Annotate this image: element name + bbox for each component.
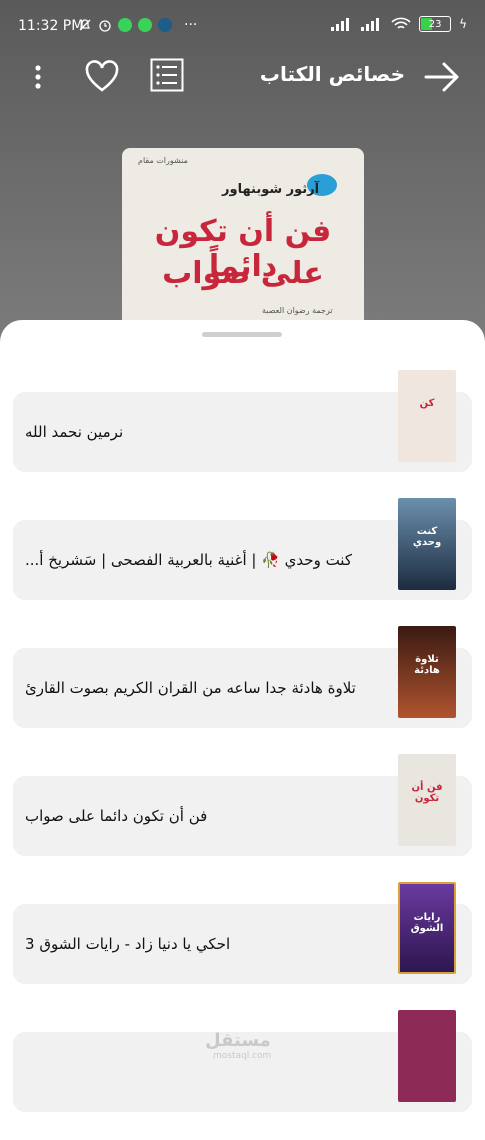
list-item[interactable]: كنت وحدي 🥀 | أغنية بالعربية الفصحى | سَش… xyxy=(0,498,485,628)
book-cover: منشورات مقام آرثور شوبنهاور فن أن تكون د… xyxy=(122,148,364,348)
status-right: 23 ϟ xyxy=(331,16,467,32)
book-thumbnail[interactable] xyxy=(398,1010,456,1102)
thumbnail-title: كن xyxy=(419,398,435,409)
bottom-sheet: نرمين نحمد الله كن كنت وحدي 🥀 | أغنية با… xyxy=(0,320,485,1112)
list-item-label: نرمين نحمد الله xyxy=(25,423,124,441)
book-thumbnail[interactable]: تلاوة هادئة xyxy=(398,626,456,718)
thumbnail-title: كنت وحدي xyxy=(412,526,442,548)
watermark-sub: mostaql.com xyxy=(213,1051,272,1061)
alarm-icon xyxy=(99,20,111,32)
more-options-icon[interactable] xyxy=(28,58,48,96)
cover-translator: ترجمة رضوان العصبة xyxy=(262,306,333,315)
bell-off-icon xyxy=(79,19,91,31)
status-bar: 11:32 PM ··· 23 ϟ xyxy=(0,0,485,52)
book-thumbnail[interactable]: فن أن تكون xyxy=(398,754,456,846)
book-thumbnail[interactable]: كنت وحدي xyxy=(398,498,456,590)
thumbnail-title: تلاوة هادئة xyxy=(414,654,440,676)
whatsapp-icon xyxy=(118,18,132,32)
page-title: خصائص الكتاب xyxy=(259,62,405,86)
app-bar: خصائص الكتاب xyxy=(0,52,485,102)
list-item-label xyxy=(25,1032,374,1112)
whatsapp-business-icon xyxy=(138,18,152,32)
more-notifications-icon: ··· xyxy=(184,17,198,33)
watermark: مستقل mostaql.com xyxy=(205,1030,271,1061)
wifi-icon xyxy=(391,17,411,29)
notification-icons: ··· xyxy=(78,17,197,33)
book-thumbnail[interactable]: رايات الشوق xyxy=(398,882,456,974)
book-thumbnail[interactable]: كن xyxy=(398,370,456,462)
list-item[interactable]: تلاوة هادئة جدا ساعه من القران الكريم بص… xyxy=(0,626,485,756)
status-time: 11:32 PM xyxy=(18,18,84,34)
back-arrow-icon[interactable] xyxy=(423,58,461,96)
list-item-label: احكي يا دنيا زاد - رايات الشوق 3 xyxy=(25,935,231,953)
signal-icon xyxy=(331,18,350,31)
watermark-text: مستقل xyxy=(205,1030,271,1051)
list-item[interactable]: احكي يا دنيا زاد - رايات الشوق 3 رايات ا… xyxy=(0,882,485,1012)
signal-2-icon xyxy=(361,18,380,31)
list-item-label: كنت وحدي 🥀 | أغنية بالعربية الفصحى | سَش… xyxy=(25,551,352,569)
thumbnail-title: رايات الشوق xyxy=(410,912,444,934)
thumbnail-title: فن أن تكون xyxy=(411,782,443,804)
cover-title-line2: على صواب xyxy=(162,256,324,291)
list-item-label: فن أن تكون دائما على صواب xyxy=(25,807,208,825)
sheet-drag-handle[interactable] xyxy=(202,332,282,337)
cover-author: آرثور شوبنهاور xyxy=(222,182,320,197)
charging-icon: ϟ xyxy=(459,17,467,31)
battery-level: 23 xyxy=(428,18,442,30)
battery-icon: 23 xyxy=(419,16,452,32)
cover-publisher: منشورات مقام xyxy=(138,156,188,165)
table-of-contents-icon[interactable] xyxy=(150,58,184,92)
list-item[interactable]: فن أن تكون دائما على صواب فن أن تكون xyxy=(0,754,485,884)
list-item[interactable]: نرمين نحمد الله كن xyxy=(0,370,485,500)
list-item-label: تلاوة هادئة جدا ساعه من القران الكريم بص… xyxy=(25,679,356,697)
favorite-heart-icon[interactable] xyxy=(84,58,120,96)
plus-app-icon xyxy=(158,18,172,32)
